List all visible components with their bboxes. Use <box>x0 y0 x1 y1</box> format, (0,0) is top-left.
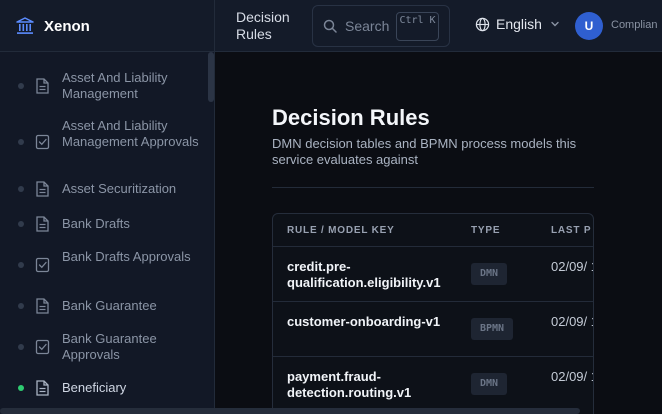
document-icon <box>36 298 49 314</box>
sidebar-item-beneficiary[interactable]: Beneficiary <box>0 380 206 396</box>
last-published: 02/09/ 15:03:3 <box>551 314 593 329</box>
table-row[interactable]: payment.fraud-detection.routing.v1 DMN 0… <box>273 357 593 412</box>
sidebar-item-asset-and-liability-management[interactable]: Asset And Liability Management <box>0 70 206 102</box>
document-icon <box>36 216 49 232</box>
sidebar-item-label: Bank Guarantee Approvals <box>62 331 157 362</box>
status-dot <box>18 139 24 145</box>
type-badge: DMN <box>471 373 508 395</box>
sidebar-item-bank-guarantee-approvals[interactable]: Bank Guarantee Approvals <box>0 331 206 363</box>
active-status-dot <box>18 385 24 391</box>
breadcrumb: Decision Rules <box>236 9 290 42</box>
status-dot <box>18 344 24 350</box>
document-icon <box>36 380 49 396</box>
sidebar-item-asset-and-liability-management-approvals[interactable]: Asset And Liability Management Approvals <box>0 118 206 166</box>
status-dot <box>18 262 24 268</box>
top-bar: Xenon Decision Rules Search Ctrl K Engli… <box>0 0 662 52</box>
divider <box>272 187 594 188</box>
language-label: English <box>496 16 542 32</box>
sidebar-item-label: Asset Securitization <box>62 181 177 196</box>
language-selector[interactable]: English <box>475 16 560 32</box>
page-subtitle: DMN decision tables and BPMN process mod… <box>272 136 577 167</box>
search-placeholder: Search <box>345 18 390 34</box>
table-row[interactable]: customer-onboarding-v1 BPMN 02/09/ 15:03… <box>273 302 593 357</box>
status-dot <box>18 303 24 309</box>
sidebar-item-label: Bank Guarantee <box>62 298 157 313</box>
sidebar-item-label: Bank Drafts <box>62 216 130 231</box>
status-dot <box>18 83 24 89</box>
column-header-type[interactable]: TYPE <box>471 225 500 236</box>
type-badge: BPMN <box>471 318 514 340</box>
search-input[interactable]: Search Ctrl K <box>312 5 450 47</box>
column-header-last-published[interactable]: LAST P <box>551 225 591 236</box>
brand[interactable]: Xenon <box>0 0 215 52</box>
document-icon <box>36 78 49 94</box>
sidebar-scrollbar[interactable] <box>208 52 214 102</box>
sidebar-item-label: Bank Drafts Approvals <box>62 249 191 264</box>
checklist-icon <box>35 339 50 355</box>
page-title: Decision Rules <box>272 105 430 130</box>
search-icon <box>323 19 337 33</box>
sidebar-item-label: Beneficiary <box>62 380 127 395</box>
sidebar-item-label: Asset And Liability Management Approvals <box>62 118 199 149</box>
main-content: Decision Rules DMN decision tables and B… <box>216 53 662 414</box>
horizontal-scrollbar[interactable] <box>0 408 580 414</box>
last-published: 02/09/ 15:03:3 <box>551 369 593 384</box>
sidebar: Asset And Liability Management Asset And… <box>0 52 215 414</box>
column-header-rule-key[interactable]: RULE / MODEL KEY <box>287 225 395 236</box>
chevron-down-icon <box>551 21 559 27</box>
rules-table: RULE / MODEL KEY TYPE LAST P credit.pre-… <box>272 213 594 414</box>
app-name: Xenon <box>44 17 90 35</box>
user-role[interactable]: Complian <box>611 19 657 31</box>
document-icon <box>36 181 49 197</box>
status-dot <box>18 221 24 227</box>
sidebar-item-bank-drafts-approvals[interactable]: Bank Drafts Approvals <box>0 249 206 281</box>
table-row[interactable]: credit.pre-qualification.eligibility.v1 … <box>273 247 593 302</box>
sidebar-item-asset-securitization[interactable]: Asset Securitization <box>0 181 206 197</box>
rule-key[interactable]: customer-onboarding-v1 <box>287 314 457 330</box>
status-dot <box>18 186 24 192</box>
sidebar-item-bank-guarantee[interactable]: Bank Guarantee <box>0 298 206 314</box>
rule-key[interactable]: credit.pre-qualification.eligibility.v1 <box>287 259 457 291</box>
globe-icon <box>475 17 490 31</box>
checklist-icon <box>35 257 50 273</box>
avatar[interactable]: U <box>575 12 603 40</box>
bank-icon <box>16 17 34 34</box>
search-shortcut: Ctrl K <box>396 12 439 41</box>
sidebar-item-label: Asset And Liability Management <box>62 70 168 101</box>
checklist-icon <box>35 134 50 150</box>
type-badge: DMN <box>471 263 508 285</box>
sidebar-item-bank-drafts[interactable]: Bank Drafts <box>0 216 206 232</box>
last-published: 02/09/ 15:37:2 <box>551 259 593 274</box>
rule-key[interactable]: payment.fraud-detection.routing.v1 <box>287 369 457 401</box>
